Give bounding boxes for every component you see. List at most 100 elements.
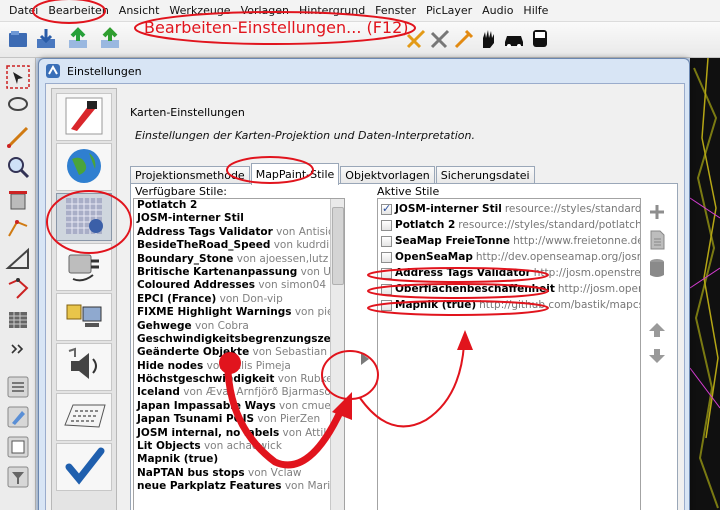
available-style-row[interactable]: NaPTAN bus stops von Vclaw xyxy=(134,467,344,480)
style-checkbox[interactable] xyxy=(381,235,392,247)
menu-hintergrund[interactable]: Hintergrund xyxy=(294,4,370,17)
map-view[interactable] xyxy=(690,58,720,510)
delete-icon[interactable] xyxy=(647,258,667,278)
available-style-row[interactable]: Geschwindigkeitsbegrenzungszei xyxy=(134,333,344,346)
style-name: Japan Tsunami POIS xyxy=(137,413,255,426)
category-map-settings[interactable] xyxy=(56,193,112,241)
menu-ansicht[interactable]: Ansicht xyxy=(114,4,165,17)
active-styles-list[interactable]: JOSM-interner Stilresource://styles/stan… xyxy=(377,198,641,510)
style-name: Address Tags Validator xyxy=(395,267,531,279)
active-style-row[interactable]: Potlatch 2 resource://styles/standard/pot… xyxy=(378,217,640,233)
menu-hilfe[interactable]: Hilfe xyxy=(518,4,553,17)
menu-werkzeuge[interactable]: Werkzeuge xyxy=(164,4,235,17)
active-style-row[interactable]: Oberflächenbeschaffenheit http://josm.ope… xyxy=(378,281,640,297)
style-name: Geschwindigkeitsbegrenzungszei xyxy=(137,332,335,345)
category-network[interactable] xyxy=(56,293,112,341)
available-style-row[interactable]: BesideTheRoad_Speed von kudrdim xyxy=(134,239,344,252)
download-icon[interactable] xyxy=(34,27,58,51)
mappaint-tab-panel: Verfügbare Stile: Potlatch 2 JOSM-interne… xyxy=(130,183,678,510)
available-style-row[interactable]: Address Tags Validator von Antisida xyxy=(134,226,344,239)
active-style-row[interactable]: Address Tags Validator http://josm.openst… xyxy=(378,265,640,281)
tab-mappaint-stile[interactable]: MapPaint-Stile xyxy=(250,163,340,185)
bus-icon[interactable] xyxy=(528,27,552,51)
menu-datei[interactable]: Datei xyxy=(4,4,43,17)
available-style-row[interactable]: FIXME Highlight Warnings von pierz xyxy=(134,306,344,319)
active-style-row[interactable]: Mapnik (true) http://github.com/bastik/ma… xyxy=(378,297,640,313)
available-style-row[interactable]: Boundary_Stone von ajoessen,lutz xyxy=(134,253,344,266)
tool-icon[interactable] xyxy=(452,27,476,51)
delete-tool-icon[interactable] xyxy=(5,186,31,212)
category-plugins[interactable] xyxy=(56,243,112,291)
available-style-row[interactable]: Japan Impassable Ways von cmuel xyxy=(134,400,344,413)
angle-tool-icon[interactable] xyxy=(5,246,31,272)
arrow-down-icon[interactable] xyxy=(647,346,667,366)
layer-toggle-icon[interactable] xyxy=(5,374,31,400)
car-icon[interactable] xyxy=(502,27,526,51)
tag-toggle-icon[interactable] xyxy=(5,404,31,430)
available-style-row[interactable]: Iceland von Ævar Arnfjörð Bjarmason xyxy=(134,386,344,399)
tab-objektvorlagen[interactable]: Objektvorlagen xyxy=(340,166,435,184)
available-style-row[interactable]: JOSM internal, no labels von Attil xyxy=(134,427,344,440)
available-style-row[interactable]: Lit Objects von achadwick xyxy=(134,440,344,453)
available-style-row[interactable]: Coloured Addresses von simon04 xyxy=(134,279,344,292)
menu-audio[interactable]: Audio xyxy=(477,4,518,17)
category-audio[interactable] xyxy=(56,343,112,391)
upload-icon[interactable] xyxy=(98,27,122,51)
history-toggle-icon[interactable] xyxy=(5,434,31,460)
available-style-row[interactable]: Gehwege von Cobra xyxy=(134,320,344,333)
category-validator[interactable] xyxy=(56,443,112,491)
menu-piclayer[interactable]: PicLayer xyxy=(421,4,477,17)
plus-icon[interactable] xyxy=(647,202,667,222)
dialog-titlebar[interactable]: Einstellungen xyxy=(39,59,689,83)
available-style-row[interactable]: Japan Tsunami POIS von PierZen xyxy=(134,413,344,426)
active-style-row[interactable]: OpenSeaMap http://dev.openseamap.org/josm… xyxy=(378,249,640,265)
available-style-row[interactable]: Höchstgeschwindigkeit von Rubke, xyxy=(134,373,344,386)
style-checkbox[interactable] xyxy=(381,219,392,231)
available-style-row[interactable]: Hide nodes von Felis Pimeja xyxy=(134,360,344,373)
extrude-tool-icon[interactable] xyxy=(5,276,31,302)
select-tool-icon[interactable] xyxy=(5,64,31,90)
zoom-tool-icon[interactable] xyxy=(5,154,31,180)
upload-green-icon[interactable] xyxy=(66,27,90,51)
style-name: Mapnik (true) xyxy=(395,299,477,311)
style-name: OpenSeaMap xyxy=(395,251,473,263)
parallel-tool-icon[interactable] xyxy=(5,216,31,242)
available-style-row[interactable]: Mapnik (true) xyxy=(134,453,344,466)
menu-bearbeiten[interactable]: Bearbeiten xyxy=(43,4,113,17)
document-icon[interactable] xyxy=(647,230,667,250)
tab-projektionsmethode[interactable]: Projektionsmethode xyxy=(130,166,250,184)
draw-tool-icon[interactable] xyxy=(5,124,31,150)
available-style-row[interactable]: neue Parkplatz Features von Mario xyxy=(134,480,344,493)
open-file-icon[interactable] xyxy=(6,27,30,51)
available-style-row[interactable]: Britische Kartenanpassung von Ulf xyxy=(134,266,344,279)
style-name: Britische Kartenanpassung xyxy=(137,265,298,278)
style-checkbox[interactable] xyxy=(381,267,392,279)
active-style-row[interactable]: SeaMap FreieTonne http://www.freietonne.d… xyxy=(378,233,640,249)
available-style-row[interactable]: Geänderte Objekte von Sebastian K xyxy=(134,346,344,359)
active-style-row[interactable]: JOSM-interner Stilresource://styles/stan… xyxy=(378,201,640,217)
style-checkbox[interactable] xyxy=(381,202,392,215)
arrow-up-icon[interactable] xyxy=(647,320,667,340)
building-tool-icon[interactable] xyxy=(5,306,31,332)
combine-tool-icon[interactable] xyxy=(428,27,452,51)
lasso-tool-icon[interactable] xyxy=(5,94,31,120)
style-checkbox[interactable] xyxy=(381,283,392,295)
menu-fenster[interactable]: Fenster xyxy=(370,4,421,17)
available-style-row[interactable]: JOSM-interner Stil xyxy=(134,212,344,225)
tab-sicherungsdatei[interactable]: Sicherungsdatei xyxy=(435,166,535,184)
scrollbar-thumb[interactable] xyxy=(332,207,344,285)
category-display[interactable] xyxy=(56,93,112,141)
style-checkbox[interactable] xyxy=(381,299,392,311)
hand-icon[interactable] xyxy=(476,27,500,51)
available-style-row[interactable]: Potlatch 2 xyxy=(134,199,344,212)
filter-toggle-icon[interactable] xyxy=(5,464,31,490)
expand-tools-icon[interactable] xyxy=(5,336,31,362)
category-connection[interactable] xyxy=(56,143,112,191)
available-list-scrollbar[interactable] xyxy=(330,199,344,510)
category-shortcuts[interactable] xyxy=(56,393,112,441)
available-style-row[interactable]: EPCI (France) von Don-vip xyxy=(134,293,344,306)
add-style-button[interactable] xyxy=(351,346,379,374)
available-styles-list[interactable]: Potlatch 2 JOSM-interner Stil Address Tags… xyxy=(133,198,345,510)
style-checkbox[interactable] xyxy=(381,251,392,263)
menu-vorlagen[interactable]: Vorlagen xyxy=(236,4,294,17)
